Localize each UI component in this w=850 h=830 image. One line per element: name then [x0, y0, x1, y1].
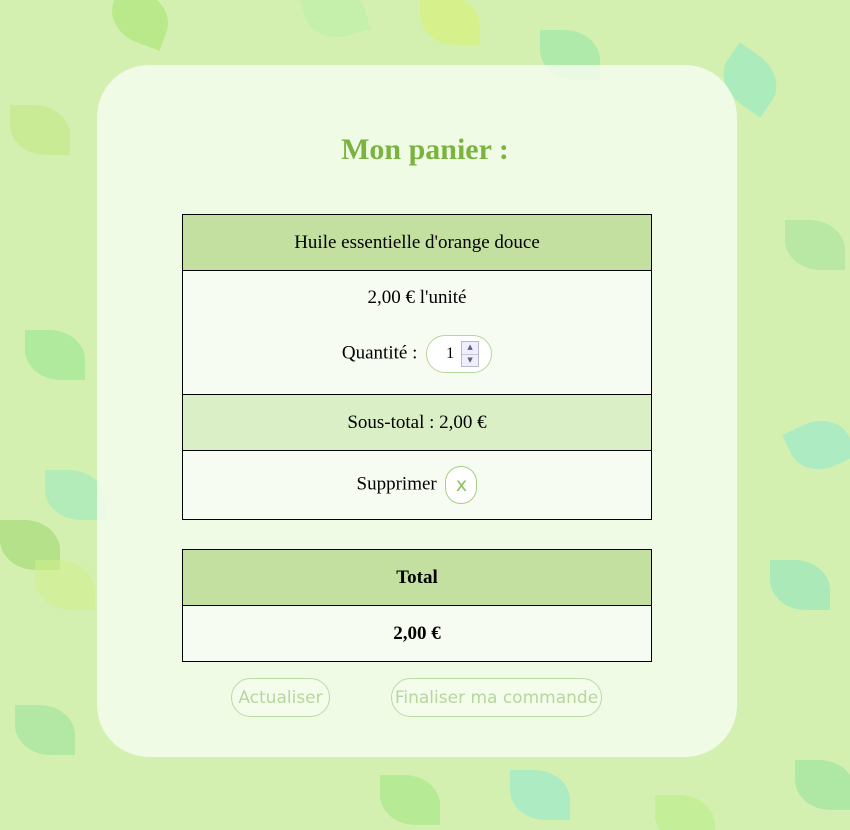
remove-row: Supprimer x	[182, 450, 652, 520]
quantity-value[interactable]: 1	[443, 345, 457, 363]
checkout-button[interactable]: Finaliser ma commande	[391, 678, 602, 717]
quantity-stepper[interactable]: 1 ▲ ▼	[426, 335, 493, 373]
spinner-up-icon[interactable]: ▲	[462, 342, 479, 355]
product-name: Huile essentielle d'orange douce	[182, 214, 652, 271]
remove-label: Supprimer	[356, 473, 437, 495]
total-label: Total	[182, 549, 652, 606]
total-header-row: Total	[182, 549, 652, 606]
price-quantity-row: 2,00 € l'unité Quantité : 1 ▲ ▼	[182, 270, 652, 395]
quantity-label: Quantité :	[341, 342, 418, 364]
remove-item-button[interactable]: x	[445, 466, 478, 504]
close-icon: x	[455, 474, 468, 496]
quantity-container: Quantité : 1 ▲ ▼	[183, 335, 651, 373]
page-title: Mon panier :	[341, 133, 509, 166]
subtotal: Sous-total : 2,00 €	[182, 394, 652, 451]
unit-price: 2,00 € l'unité	[367, 287, 467, 308]
spinner-down-icon[interactable]: ▼	[462, 355, 478, 367]
refresh-button[interactable]: Actualiser	[231, 678, 330, 717]
product-name-row: Huile essentielle d'orange douce	[182, 214, 652, 271]
total-value-row: 2,00 €	[182, 605, 652, 662]
quantity-spinner[interactable]: ▲ ▼	[461, 341, 480, 367]
subtotal-row: Sous-total : 2,00 €	[182, 394, 652, 451]
total-value: 2,00 €	[182, 605, 652, 662]
cart-item-table: Huile essentielle d'orange douce 2,00 € …	[182, 214, 652, 520]
total-table: Total 2,00 €	[182, 549, 652, 662]
